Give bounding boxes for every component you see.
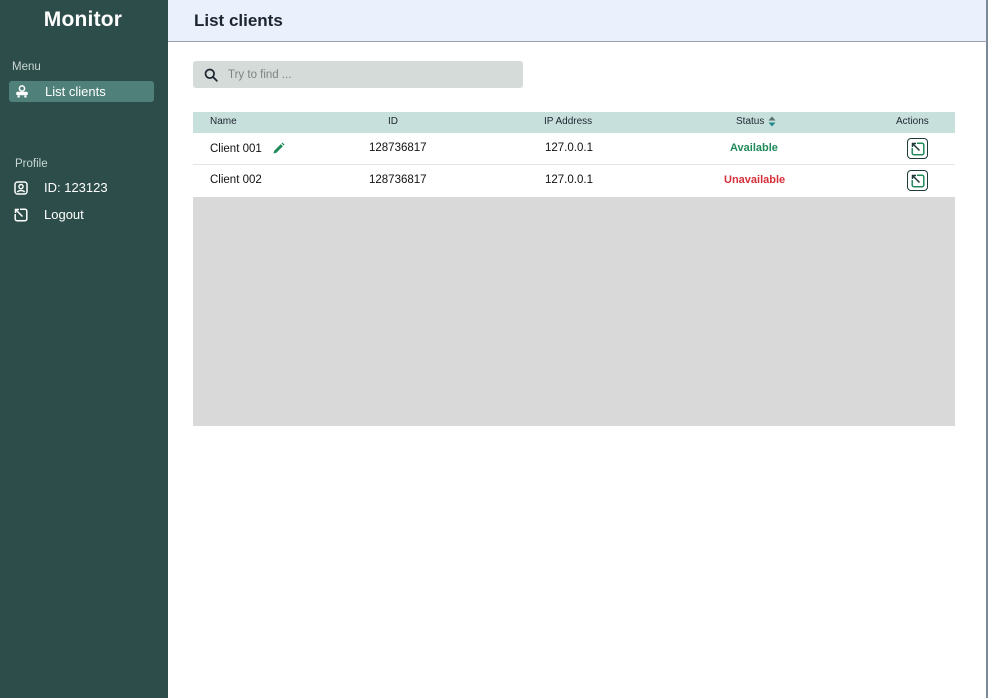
table-header: Name ID IP Address Status Actions [193, 112, 955, 133]
clients-icon [14, 84, 30, 100]
open-external-icon [910, 141, 925, 156]
search-icon [204, 68, 218, 82]
status-badge: Available [730, 142, 778, 154]
table-empty-area [193, 197, 955, 426]
column-header-status-label: Status [736, 116, 765, 127]
sidebar: Monitor Menu List clients Profile ID: 12… [0, 0, 168, 698]
search-input[interactable] [228, 68, 508, 81]
page-header: List clients [168, 0, 988, 42]
cell-ip: 127.0.0.1 [545, 174, 593, 186]
column-header-ip[interactable]: IP Address [544, 116, 592, 127]
cell-name: Client 001 [210, 142, 285, 155]
column-header-status[interactable]: Status [736, 116, 776, 127]
sort-icon[interactable] [768, 116, 776, 127]
status-badge: Unavailable [724, 174, 786, 186]
column-header-name[interactable]: Name [210, 116, 237, 127]
open-external-icon [910, 173, 925, 188]
column-header-id[interactable]: ID [388, 116, 398, 127]
sidebar-item-logout[interactable]: Logout [8, 204, 153, 225]
table-row: Client 001 128736817 127.0.0.1 Available [193, 133, 955, 165]
cell-name: Client 002 [210, 174, 262, 186]
cell-ip: 127.0.0.1 [545, 142, 593, 154]
sidebar-item-profile-id[interactable]: ID: 123123 [8, 177, 153, 198]
sidebar-item-label: ID: 123123 [44, 180, 108, 195]
menu-section-label: Menu [12, 61, 41, 73]
cell-id: 128736817 [369, 142, 427, 154]
client-name: Client 001 [210, 142, 262, 155]
search-bar[interactable] [193, 61, 523, 88]
logout-icon [13, 207, 29, 223]
edit-pencil-icon[interactable] [272, 142, 285, 155]
profile-section-label: Profile [15, 158, 48, 170]
client-name: Client 002 [210, 174, 262, 186]
sidebar-item-list-clients[interactable]: List clients [9, 81, 154, 102]
page-title: List clients [194, 11, 283, 30]
column-header-actions: Actions [896, 116, 929, 127]
cell-id: 128736817 [369, 174, 427, 186]
user-badge-icon [13, 180, 29, 196]
open-client-button[interactable] [907, 138, 928, 159]
sidebar-item-label: List clients [45, 84, 106, 99]
open-client-button[interactable] [907, 170, 928, 191]
brand-title: Monitor [43, 8, 123, 31]
table-row: Client 002 128736817 127.0.0.1 Unavailab… [193, 165, 955, 197]
sidebar-item-label: Logout [44, 207, 84, 222]
